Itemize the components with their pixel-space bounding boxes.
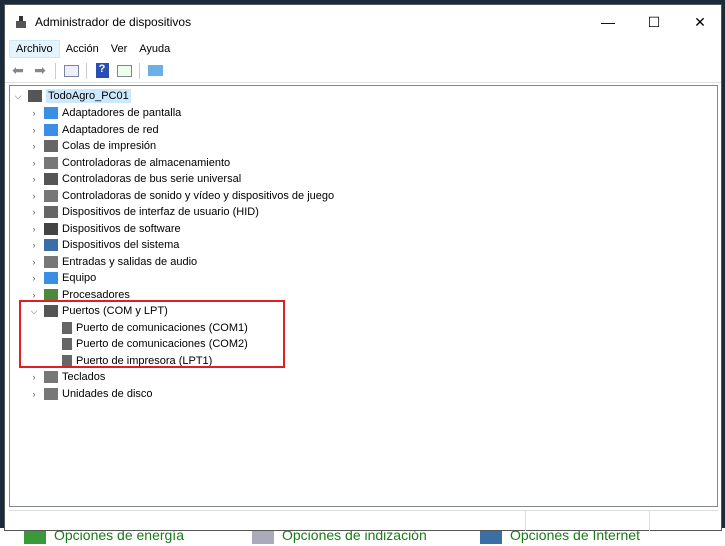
chevron-right-icon[interactable]: › (28, 174, 40, 184)
minimize-button[interactable]: — (585, 5, 631, 39)
toolbar-separator (55, 62, 56, 79)
properties-icon[interactable] (62, 62, 80, 80)
usb-icon (44, 173, 58, 185)
chevron-right-icon[interactable]: › (28, 290, 40, 300)
menu-archivo[interactable]: Archivo (9, 40, 60, 58)
update-driver-icon[interactable] (115, 62, 133, 80)
menu-accion[interactable]: Acción (60, 41, 105, 57)
processor-icon (44, 288, 58, 301)
tree-item[interactable]: › Controladoras de sonido y vídeo y dispo… (28, 188, 334, 204)
chevron-down-icon[interactable]: ⌵ (12, 91, 24, 102)
tree-item-label: Dispositivos del sistema (62, 239, 180, 251)
chevron-right-icon[interactable]: › (28, 108, 40, 118)
tree-item[interactable]: › Dispositivos de software (28, 221, 181, 237)
display-adapter-icon (44, 107, 58, 119)
system-device-icon (44, 239, 58, 251)
toolbar: ⬅ ➡ ? (5, 59, 721, 83)
tree-item-label: Controladoras de almacenamiento (62, 156, 231, 169)
software-device-icon (44, 222, 58, 235)
help-icon[interactable]: ? (93, 62, 111, 80)
tree-item[interactable]: › Dispositivos de interfaz de usuario (HI… (28, 204, 259, 220)
forward-icon[interactable]: ➡ (31, 62, 49, 80)
tree-item-label: Dispositivos de software (62, 222, 181, 235)
close-button[interactable]: ✕ (677, 5, 723, 39)
chevron-right-icon[interactable]: › (28, 158, 40, 168)
tree-item[interactable]: › Equipo (28, 270, 96, 286)
device-manager-window: Administrador de dispositivos — ☐ ✕ Arch… (4, 4, 722, 531)
tree-item-label: Dispositivos de interfaz de usuario (HID… (62, 206, 259, 218)
chevron-right-icon[interactable]: › (28, 257, 40, 267)
tree-item-label: Adaptadores de pantalla (62, 107, 182, 119)
tree-root[interactable]: ⌵ TodoAgro_PC01 (12, 88, 131, 104)
computer-icon (44, 272, 58, 284)
tree-item-label: Colas de impresión (62, 140, 157, 152)
toolbar-separator (86, 62, 87, 79)
chevron-right-icon[interactable]: › (28, 141, 40, 151)
hid-icon (44, 206, 58, 218)
tree-item[interactable]: › Unidades de disco (28, 386, 153, 402)
tree-item-label: Procesadores (62, 288, 130, 301)
printer-icon (44, 140, 58, 152)
tree-item[interactable]: › Controladoras de bus serie universal (28, 171, 241, 187)
tree-item-label: Adaptadores de red (62, 123, 159, 136)
tree-item[interactable]: › Adaptadores de red (28, 122, 159, 138)
tree-item-label: Teclados (62, 371, 106, 383)
tree-item[interactable]: › Adaptadores de pantalla (28, 105, 181, 121)
tree-item-label: Equipo (62, 272, 97, 284)
device-tree[interactable]: ⌵ TodoAgro_PC01 › Adaptadores de pantalla… (9, 85, 718, 507)
keyboard-icon (44, 371, 58, 383)
maximize-button[interactable]: ☐ (631, 5, 677, 39)
tree-item[interactable]: › Teclados (28, 369, 105, 385)
tree-item-label: Entradas y salidas de audio (62, 255, 198, 268)
menu-ayuda[interactable]: Ayuda (133, 41, 176, 57)
chevron-right-icon[interactable]: › (28, 224, 40, 234)
scan-hardware-icon[interactable] (146, 62, 164, 80)
menu-bar: Archivo Acción Ver Ayuda (5, 39, 721, 59)
computer-root-icon (28, 90, 42, 102)
speaker-icon (44, 189, 58, 202)
audio-icon (44, 255, 58, 268)
chevron-right-icon[interactable]: › (28, 191, 40, 201)
chevron-right-icon[interactable]: › (28, 125, 40, 135)
tree-item-label: Controladoras de sonido y vídeo y dispos… (62, 189, 335, 202)
toolbar-separator (139, 62, 140, 79)
tree-item[interactable]: › Colas de impresión (28, 138, 156, 154)
tree-item-label: Unidades de disco (62, 387, 153, 400)
device-manager-icon (16, 16, 26, 28)
ports-highlight-box (19, 300, 285, 368)
tree-item[interactable]: › Dispositivos del sistema (28, 237, 179, 253)
network-adapter-icon (44, 123, 58, 136)
chevron-right-icon[interactable]: › (28, 207, 40, 217)
tree-item[interactable]: › Controladoras de almacenamiento (28, 155, 230, 171)
root-label: TodoAgro_PC01 (46, 89, 131, 103)
storage-controller-icon (44, 156, 58, 169)
disk-icon (44, 387, 58, 400)
chevron-right-icon[interactable]: › (28, 389, 40, 399)
tree-item[interactable]: › Entradas y salidas de audio (28, 254, 197, 270)
status-bar (9, 510, 718, 531)
back-icon[interactable]: ⬅ (9, 62, 27, 80)
chevron-right-icon[interactable]: › (28, 240, 40, 250)
window-title: Administrador de dispositivos (35, 15, 192, 29)
chevron-right-icon[interactable]: › (28, 273, 40, 283)
tree-item-label: Controladoras de bus serie universal (62, 173, 242, 185)
chevron-right-icon[interactable]: › (28, 372, 40, 382)
menu-ver[interactable]: Ver (105, 41, 134, 57)
